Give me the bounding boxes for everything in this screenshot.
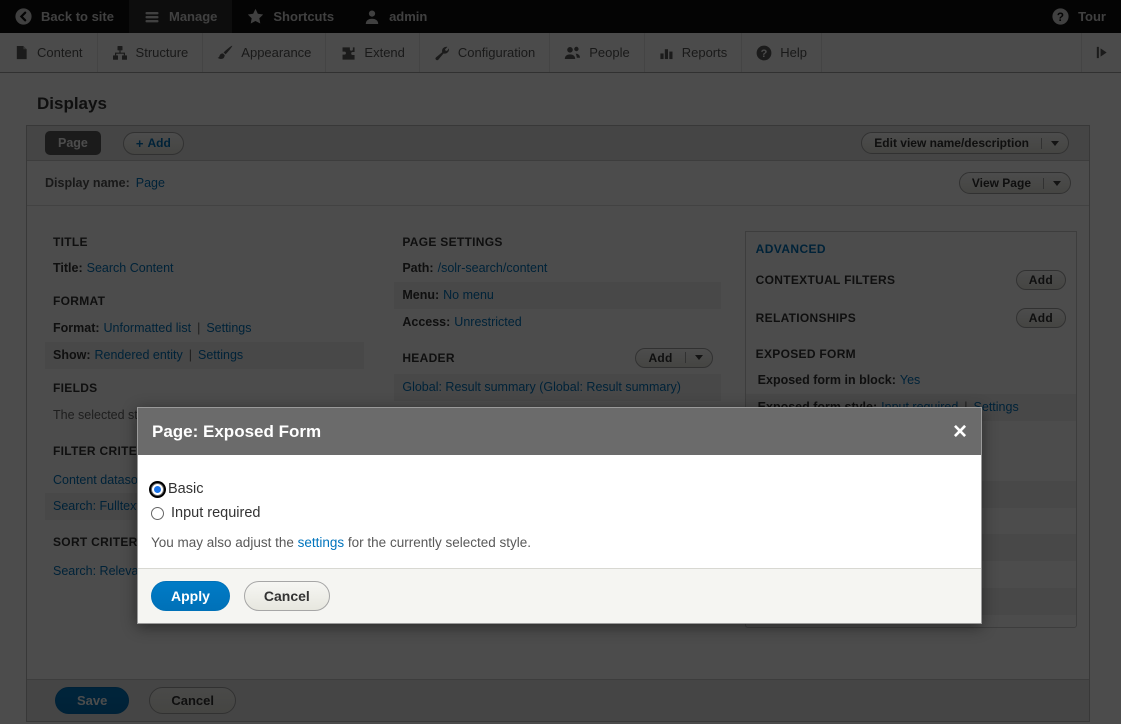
dialog-titlebar: Page: Exposed Form: [138, 408, 981, 455]
apply-button[interactable]: Apply: [151, 581, 230, 611]
settings-link[interactable]: settings: [298, 535, 345, 550]
dialog-note: You may also adjust the settings for the…: [151, 535, 968, 550]
dialog-buttonpane: Apply Cancel: [138, 568, 981, 623]
radio-option-input-required[interactable]: Input required: [151, 505, 968, 521]
dialog-body: Basic Input required You may also adjust…: [138, 455, 981, 568]
radio-option-basic[interactable]: Basic: [151, 481, 968, 497]
dialog-cancel-button[interactable]: Cancel: [244, 581, 330, 611]
radio-unselected-icon[interactable]: [151, 507, 164, 520]
close-icon[interactable]: [953, 420, 967, 444]
radio-selected-icon[interactable]: [151, 483, 164, 496]
exposed-form-dialog: Page: Exposed Form Basic Input required …: [137, 407, 982, 624]
dialog-title: Page: Exposed Form: [152, 422, 321, 442]
